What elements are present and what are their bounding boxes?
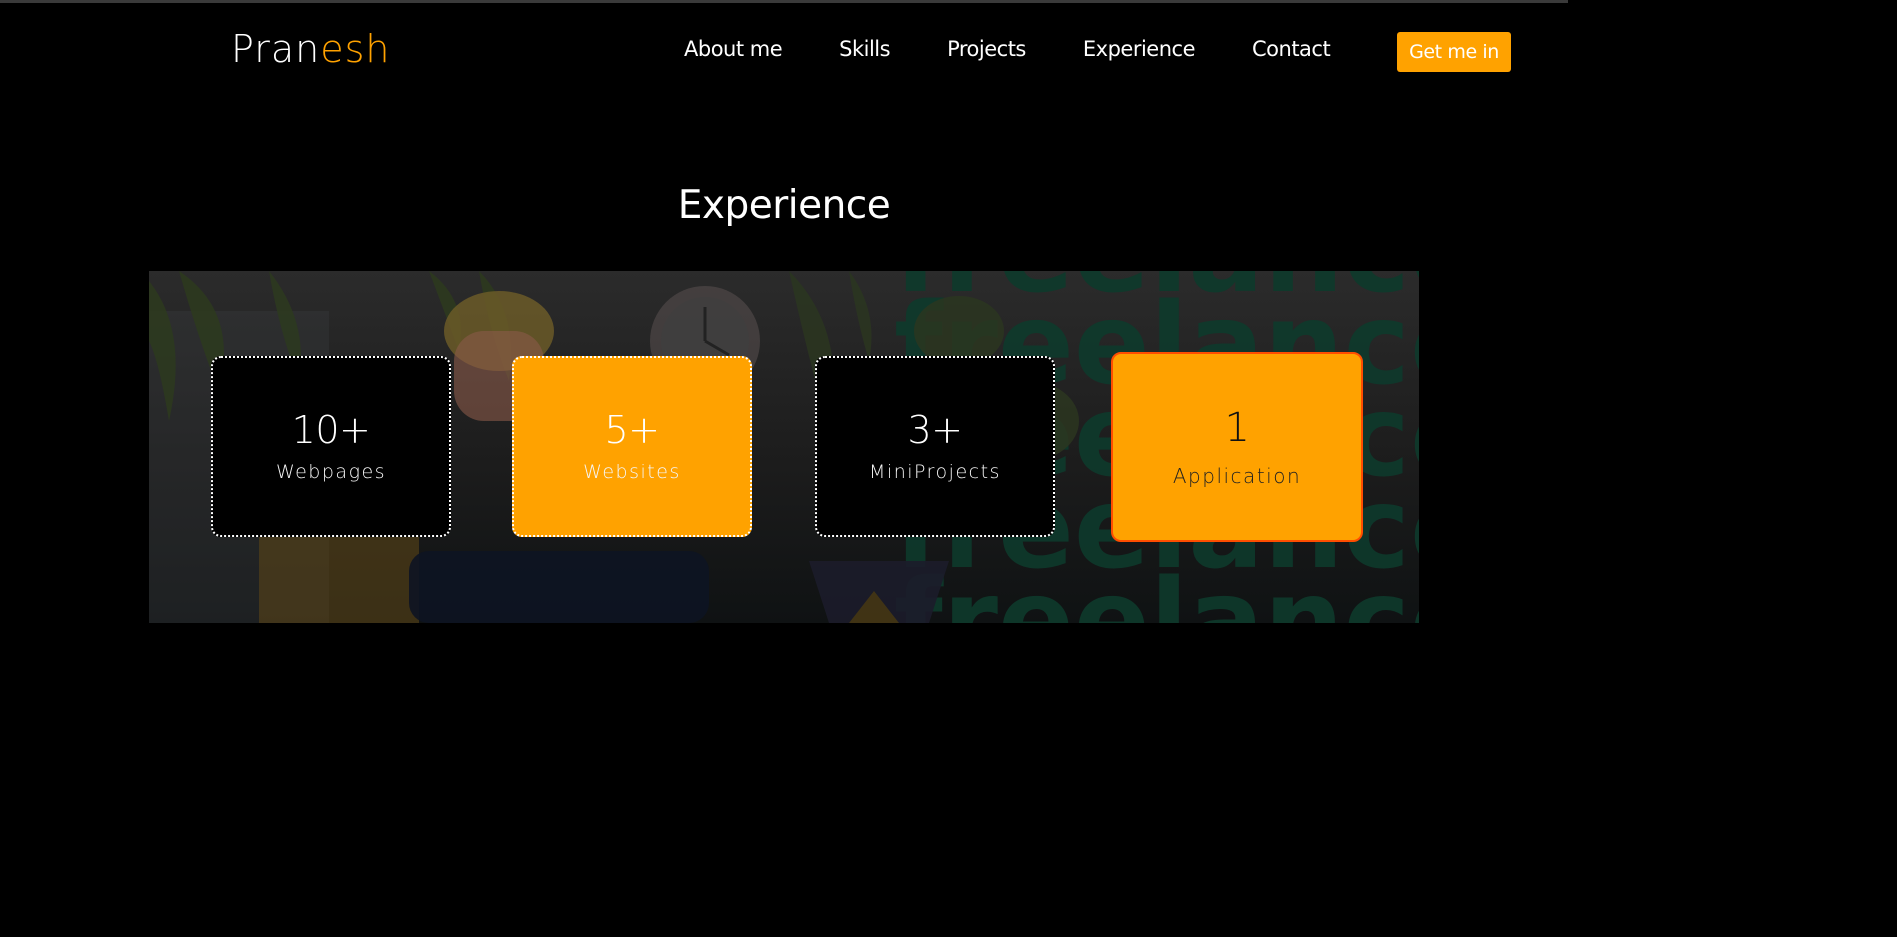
get-me-in-button[interactable]: Get me in — [1397, 32, 1511, 72]
nav-link-projects[interactable]: Projects — [947, 37, 1026, 61]
stat-value: 3+ — [907, 407, 963, 452]
page: Pranesh About me Skills Projects Experie… — [0, 0, 1568, 774]
nav-link-experience[interactable]: Experience — [1083, 37, 1196, 61]
stat-card-application[interactable]: 1 Application — [1111, 352, 1363, 542]
nav-link-contact[interactable]: Contact — [1252, 37, 1331, 61]
logo[interactable]: Pranesh — [231, 27, 391, 71]
stat-label: Application — [1172, 464, 1302, 488]
stat-value: 5+ — [604, 407, 660, 452]
stat-label: Webpages — [275, 461, 387, 484]
logo-accent-text: esh — [320, 27, 391, 71]
nav-link-skills[interactable]: Skills — [839, 37, 890, 61]
logo-primary-text: Pran — [231, 27, 321, 71]
banner-watermark-text: freelance — [894, 556, 1419, 623]
stat-card-websites[interactable]: 5+ Websites — [512, 356, 752, 537]
stat-value: 10+ — [291, 407, 371, 452]
stat-label: MiniProjects — [869, 461, 1001, 484]
main-nav: About me Skills Projects Experience Cont… — [684, 37, 1387, 61]
stat-label: Websites — [583, 461, 681, 484]
nav-link-about[interactable]: About me — [684, 37, 783, 61]
stat-value: 1 — [1224, 405, 1250, 451]
stat-card-webpages[interactable]: 10+ Webpages — [211, 356, 451, 537]
stat-card-miniprojects[interactable]: 3+ MiniProjects — [815, 356, 1055, 537]
section-title: Experience — [677, 183, 891, 228]
